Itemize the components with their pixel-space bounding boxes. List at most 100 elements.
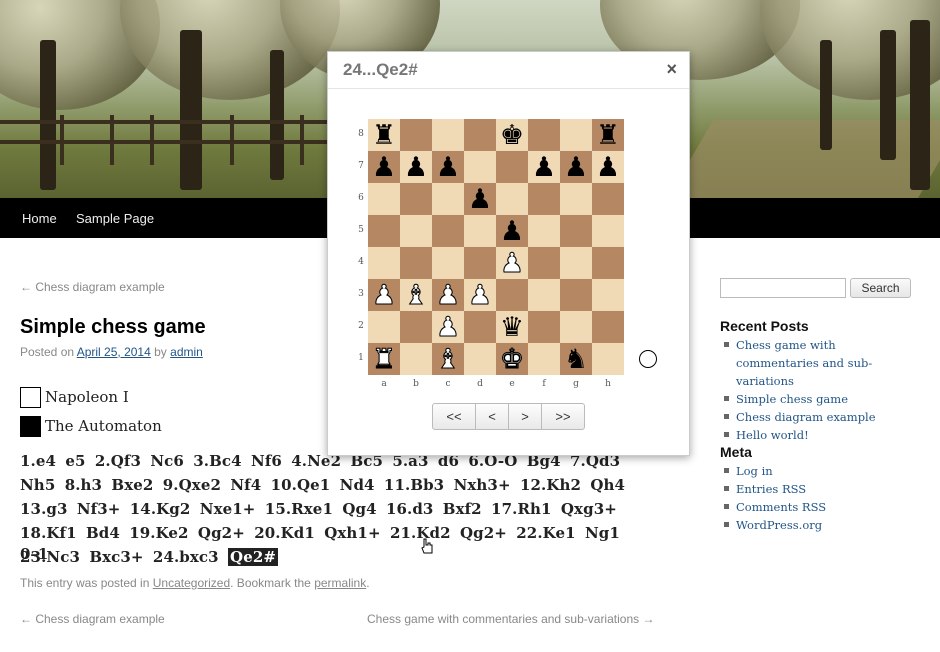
bottom-next-post-link[interactable]: Chess game with commentaries and sub-var… xyxy=(367,612,654,626)
move-token[interactable]: 9.Qxe2 xyxy=(163,476,221,494)
white-pawn-icon: ♟ xyxy=(371,279,397,311)
permalink-link[interactable]: permalink xyxy=(314,576,366,590)
bottom-prev-post-link[interactable]: ← Chess diagram example xyxy=(20,612,165,626)
board-square-h4 xyxy=(592,247,624,279)
footer-mid: . Bookmark the xyxy=(230,576,311,590)
board-square-f3 xyxy=(528,279,560,311)
board-square-b6 xyxy=(400,183,432,215)
board-square-b3: ♝ xyxy=(400,279,432,311)
rank-label: 3 xyxy=(358,289,364,299)
move-token[interactable]: Nxh3+ xyxy=(454,476,511,494)
move-token[interactable]: Nh5 xyxy=(20,476,55,494)
close-icon[interactable]: × xyxy=(666,59,677,80)
move-token[interactable]: Nc6 xyxy=(150,452,184,470)
board-square-d8 xyxy=(464,119,496,151)
meta-item-comments-rss[interactable]: Comments RSS xyxy=(722,498,912,516)
meta-item-login[interactable]: Log in xyxy=(722,462,912,480)
move-token[interactable]: 17.Rh1 xyxy=(491,500,552,518)
move-token[interactable]: 12.Kh2 xyxy=(520,476,581,494)
search-button[interactable]: Search xyxy=(850,278,911,298)
move-token[interactable]: Nf4 xyxy=(230,476,261,494)
move-token[interactable]: 24.bxc3 xyxy=(153,548,219,566)
post-date-link[interactable]: April 25, 2014 xyxy=(77,345,151,359)
move-token[interactable]: Qh4 xyxy=(590,476,625,494)
chess-board: ♜ ♚ ♜ ♟ ♟ ♟ ♟ ♟ ♟ ♟ ♟ ♟ ♟ ♝ ♟ ♟ ♟ ♛ ♜ ♝ ♚ ♞ xyxy=(368,119,624,375)
move-token[interactable]: 1.e4 xyxy=(20,452,56,470)
rank-label: 2 xyxy=(358,321,364,331)
black-pawn-icon: ♟ xyxy=(403,151,429,183)
move-token[interactable]: Nd4 xyxy=(340,476,375,494)
move-token[interactable]: 3.Bc4 xyxy=(193,452,241,470)
move-token[interactable]: 8.h3 xyxy=(65,476,102,494)
board-square-h6 xyxy=(592,183,624,215)
move-token[interactable]: 18.Kf1 xyxy=(20,524,77,542)
file-label: a xyxy=(381,379,387,389)
board-square-b2 xyxy=(400,311,432,343)
move-token[interactable]: 2.Qf3 xyxy=(95,452,141,470)
move-token[interactable]: 15.Rxe1 xyxy=(265,500,333,518)
last-move-button[interactable]: >> xyxy=(541,403,585,430)
move-token[interactable]: 11.Bb3 xyxy=(384,476,444,494)
search-input[interactable] xyxy=(720,278,846,298)
white-king-icon: ♚ xyxy=(499,343,525,375)
next-move-button[interactable]: > xyxy=(508,403,542,430)
board-square-d2 xyxy=(464,311,496,343)
recent-post-item[interactable]: Chess diagram example xyxy=(722,408,912,426)
move-token[interactable]: 10.Qe1 xyxy=(271,476,331,494)
nav-home-link[interactable]: Home xyxy=(22,211,57,226)
board-square-e6 xyxy=(496,183,528,215)
author-link[interactable]: admin xyxy=(170,345,203,359)
recent-post-item[interactable]: Hello world! xyxy=(722,426,912,444)
fence-post xyxy=(300,115,304,165)
move-token[interactable]: Bxf2 xyxy=(443,500,482,518)
board-square-c7: ♟ xyxy=(432,151,464,183)
rank-label: 5 xyxy=(358,225,364,235)
hand-cursor-icon xyxy=(421,538,433,554)
recent-post-item[interactable]: Chess game with commentaries and sub-var… xyxy=(722,336,912,390)
board-square-f6 xyxy=(528,183,560,215)
move-token[interactable]: Qxg3+ xyxy=(561,500,617,518)
tree-trunk xyxy=(40,40,56,190)
prev-move-button[interactable]: < xyxy=(475,403,509,430)
category-link[interactable]: Uncategorized xyxy=(153,576,230,590)
meta-item-wordpress[interactable]: WordPress.org xyxy=(722,516,912,534)
prev-post-link[interactable]: ← Chess diagram example xyxy=(20,280,165,294)
file-label: h xyxy=(605,379,611,389)
meta-item-entries-rss[interactable]: Entries RSS xyxy=(722,480,912,498)
black-rook-icon: ♜ xyxy=(595,119,621,151)
board-square-h8: ♜ xyxy=(592,119,624,151)
move-token[interactable]: Bd4 xyxy=(86,524,120,542)
move-token[interactable]: Ng1 xyxy=(585,524,620,542)
move-token[interactable]: 20.Kd1 xyxy=(254,524,315,542)
move-token[interactable]: 14.Kg2 xyxy=(130,500,191,518)
white-pawn-icon: ♟ xyxy=(499,247,525,279)
board-square-d5 xyxy=(464,215,496,247)
move-token[interactable]: e5 xyxy=(65,452,85,470)
move-token[interactable]: 19.Ke2 xyxy=(129,524,188,542)
move-token[interactable]: Nf3+ xyxy=(77,500,121,518)
move-token[interactable]: Qg2+ xyxy=(198,524,245,542)
move-token[interactable]: 13.g3 xyxy=(20,500,68,518)
move-token[interactable]: Qxh1+ xyxy=(324,524,380,542)
white-square-icon xyxy=(20,386,41,408)
move-token[interactable]: Qg4 xyxy=(342,500,376,518)
move-token[interactable]: Nxe1+ xyxy=(200,500,256,518)
navigation-controls: << < > >> xyxy=(432,403,585,430)
move-token[interactable]: Nf6 xyxy=(251,452,282,470)
move-token[interactable]: Qe2# xyxy=(228,548,279,566)
first-move-button[interactable]: << xyxy=(432,403,476,430)
move-token[interactable]: Bxe2 xyxy=(111,476,153,494)
white-bishop-icon: ♝ xyxy=(403,279,429,311)
tree-trunk xyxy=(270,50,284,180)
move-token[interactable]: Qg2+ xyxy=(460,524,507,542)
post-meta: Posted on April 25, 2014 by admin xyxy=(20,345,203,359)
file-label: d xyxy=(477,379,483,389)
header-path xyxy=(666,120,940,198)
move-token[interactable]: 22.Ke1 xyxy=(516,524,575,542)
meta-heading: Meta xyxy=(720,444,752,460)
move-token[interactable]: Bxc3+ xyxy=(89,548,143,566)
move-token[interactable]: 16.d3 xyxy=(386,500,434,518)
recent-post-item[interactable]: Simple chess game xyxy=(722,390,912,408)
board-square-e2: ♛ xyxy=(496,311,528,343)
nav-sample-page-link[interactable]: Sample Page xyxy=(76,211,154,226)
